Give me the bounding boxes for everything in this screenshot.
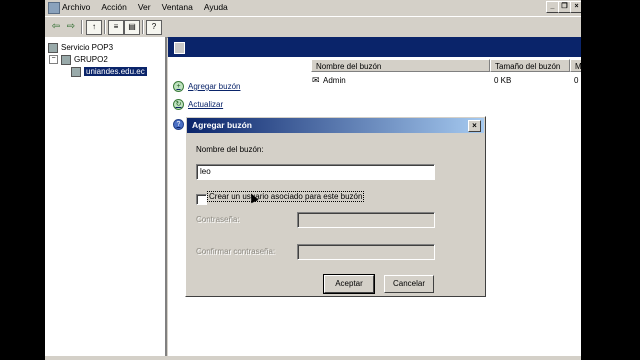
collapse-toggle-icon[interactable]: −	[49, 55, 58, 64]
up-folder-icon[interactable]: ↑	[86, 20, 102, 35]
mailbox-name: Admin	[323, 76, 346, 85]
accept-button[interactable]: Aceptar	[323, 274, 375, 294]
back-arrow-icon[interactable]: ⇦	[49, 20, 63, 33]
tree-item-label: Servicio POP3	[61, 43, 114, 52]
column-header-size[interactable]: Tamaño del buzón	[490, 59, 570, 72]
menu-bar: Archivo Acción Ver Ventana Ayuda _ ❐ ×	[45, 0, 581, 15]
task-label: Agregar buzón	[188, 82, 241, 91]
dialog-close-button[interactable]: ×	[468, 120, 481, 132]
forward-arrow-icon[interactable]: ⇨	[64, 20, 78, 33]
help-icon[interactable]: ?	[146, 20, 162, 35]
console-tree: Servicio POP3 − GRUPO2 uniandes.edu.ec	[45, 37, 167, 356]
help-icon: ?	[173, 119, 184, 130]
task-refresh[interactable]: ↻ Actualizar	[173, 99, 223, 110]
confirm-password-label: Confirmar contraseña:	[196, 247, 276, 256]
task-add-mailbox[interactable]: + Agregar buzón	[173, 81, 240, 92]
column-header-name[interactable]: Nombre del buzón	[311, 59, 490, 72]
computer-icon	[61, 54, 71, 65]
system-menu-icon[interactable]	[48, 2, 60, 14]
export-list-icon[interactable]: ▤	[124, 20, 140, 35]
tree-item-pop3-service[interactable]: Servicio POP3	[48, 42, 113, 53]
mailbox-name-input[interactable]: leo	[196, 164, 435, 180]
menu-ventana[interactable]: Ventana	[162, 2, 193, 12]
confirm-password-input[interactable]	[297, 244, 435, 260]
details-header	[168, 37, 581, 57]
create-user-checkbox-label[interactable]: Crear un usuario asociado para este buzó…	[206, 191, 365, 202]
mailbox-messages: 0	[574, 76, 579, 85]
server-icon	[48, 42, 58, 53]
menu-accion[interactable]: Acción	[101, 2, 127, 12]
dialog-title-bar: Agregar buzón ×	[187, 118, 484, 133]
password-input[interactable]	[297, 212, 435, 228]
tree-item-label: uniandes.edu.ec	[84, 67, 147, 76]
create-user-checkbox[interactable]	[196, 194, 207, 205]
tree-item-domain[interactable]: uniandes.edu.ec	[71, 66, 147, 77]
mailbox-name-label: Nombre del buzón:	[196, 145, 264, 154]
toolbar: ⇦ ⇨ ↑ ≡ ▤ ?	[45, 16, 581, 38]
password-label: Contraseña:	[196, 215, 240, 224]
column-header-messages[interactable]: Me	[570, 59, 581, 72]
properties-icon[interactable]: ≡	[108, 20, 124, 35]
menu-ayuda[interactable]: Ayuda	[204, 2, 228, 12]
tree-item-grupo2[interactable]: − GRUPO2	[49, 54, 108, 65]
task-label: Actualizar	[188, 100, 224, 109]
add-mailbox-dialog: Agregar buzón × Nombre del buzón: leo Cr…	[185, 116, 486, 297]
dialog-title: Agregar buzón	[192, 120, 252, 130]
toolbar-separator	[81, 20, 83, 34]
menu-ver[interactable]: Ver	[138, 2, 151, 12]
cancel-button[interactable]: Cancelar	[384, 275, 434, 293]
domain-icon	[71, 66, 81, 77]
add-circle-icon: +	[173, 81, 184, 92]
menu-archivo[interactable]: Archivo	[62, 2, 90, 12]
domain-icon	[174, 42, 185, 54]
task-help[interactable]: ?	[173, 119, 184, 130]
pop3-console-window: Archivo Acción Ver Ventana Ayuda _ ❐ × ⇦…	[45, 0, 581, 360]
refresh-icon: ↻	[173, 99, 184, 110]
tree-item-label: GRUPO2	[74, 55, 108, 64]
mailbox-icon: ✉	[312, 75, 320, 85]
toolbar-separator	[104, 20, 106, 34]
mailbox-size: 0 KB	[494, 76, 512, 85]
toolbar-separator	[142, 20, 144, 34]
close-window-button[interactable]: ×	[570, 1, 581, 13]
